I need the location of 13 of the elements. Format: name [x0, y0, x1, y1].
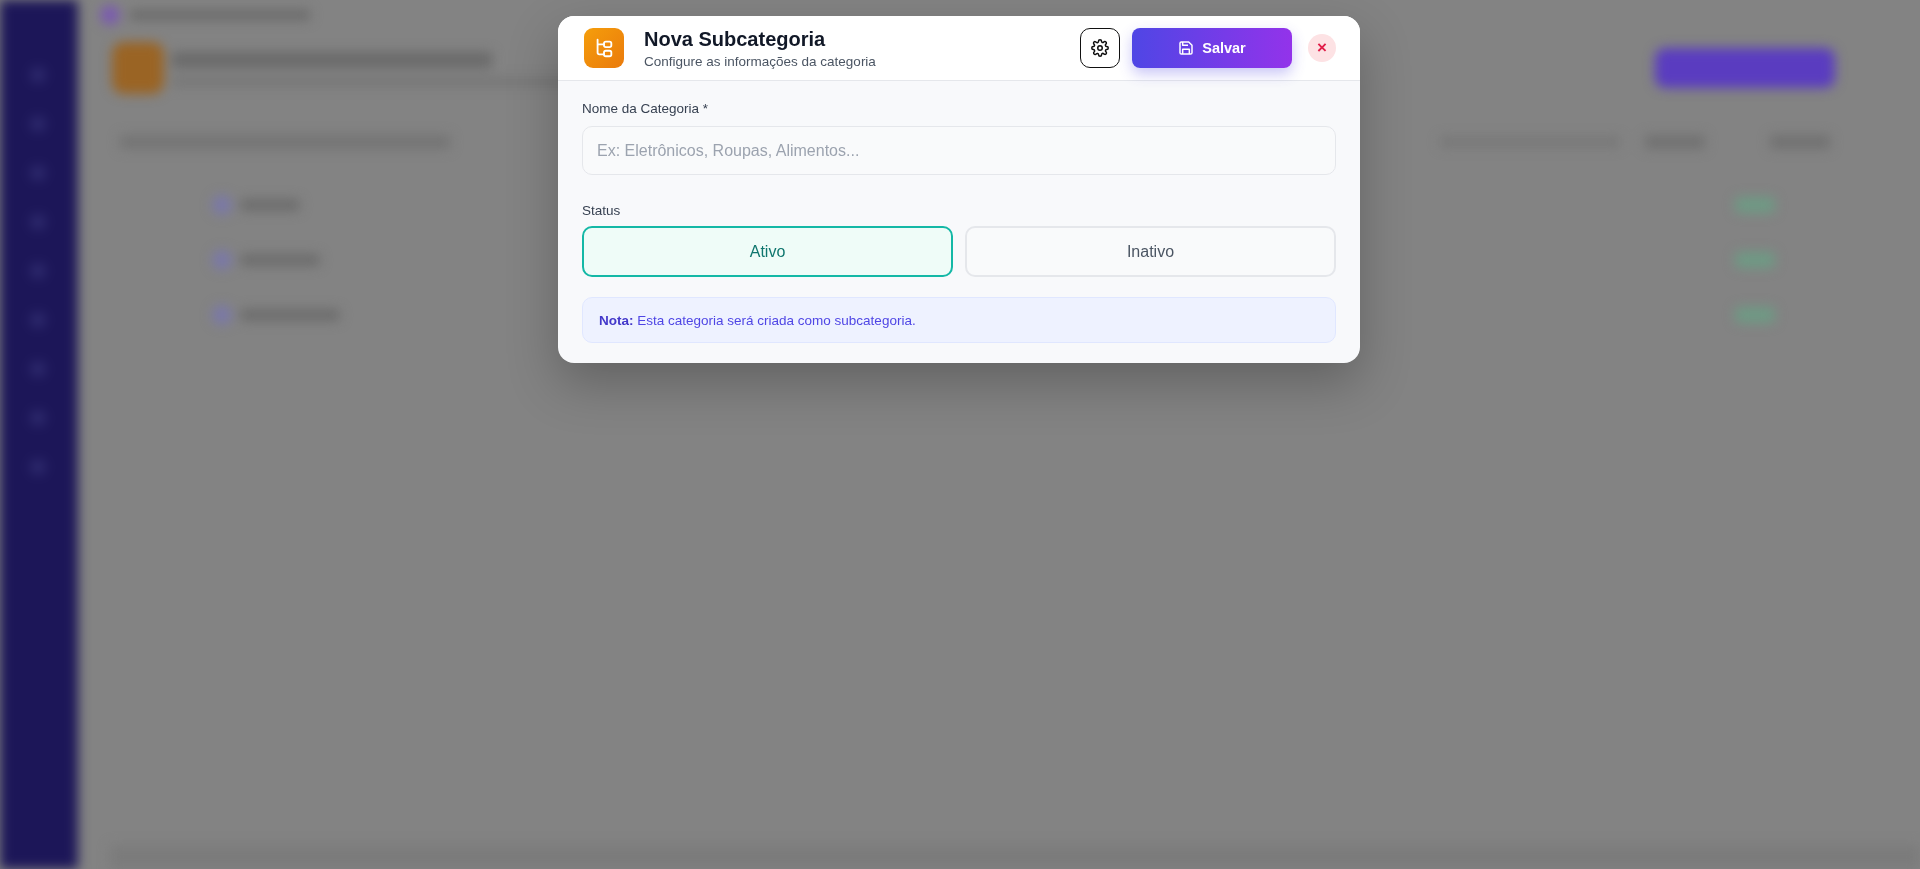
settings-icon: [1091, 39, 1109, 57]
note-text: Nota: Esta categoria será criada como subcategoria.: [599, 312, 916, 328]
dialog-title: Nova Subcategoria: [644, 27, 827, 51]
dialog-subtitle: Configure as informações da categoria: [644, 53, 877, 69]
category-name-field[interactable]: Ex: Eletrônicos, Roupas, Alimentos...: [582, 126, 1336, 175]
field-label: Nome da Categoria *: [582, 101, 710, 116]
status-option[interactable]: Inativo: [965, 226, 1336, 277]
settings-button[interactable]: [1080, 28, 1120, 68]
status-label: Status: [582, 203, 622, 218]
status-option[interactable]: Ativo: [582, 226, 953, 277]
hierarchy-icon: [584, 28, 624, 68]
save-button[interactable]: Salvar: [1132, 28, 1292, 68]
close-button[interactable]: ×: [1308, 34, 1336, 62]
